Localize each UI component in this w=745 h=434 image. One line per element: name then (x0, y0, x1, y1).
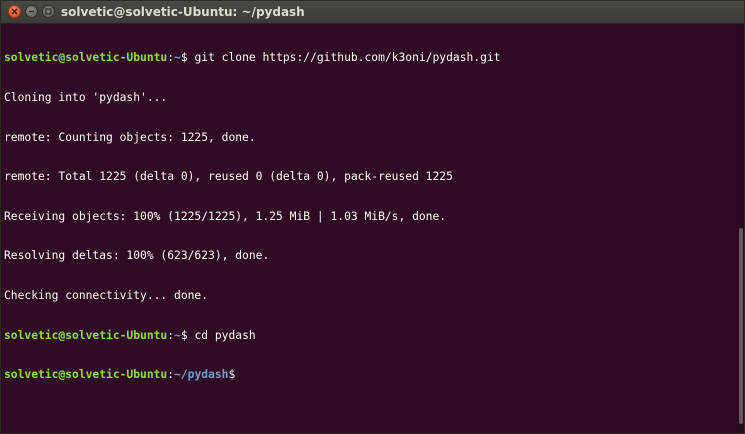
terminal-line: solvetic@solvetic-Ubuntu:~/pydash$ (4, 368, 736, 381)
maximize-icon[interactable] (42, 5, 55, 18)
terminal-line: Resolving deltas: 100% (623/623), done. (4, 249, 270, 263)
command-text: $ git clone https://github.com/k3oni/pyd… (180, 51, 501, 65)
terminal-line: solvetic@solvetic-Ubuntu:~$ cd pydash (4, 329, 736, 342)
minimize-icon[interactable] (25, 5, 38, 18)
terminal-line: remote: Counting objects: 1225, done. (4, 130, 256, 144)
window-title: solvetic@solvetic-Ubuntu: ~/pydash (61, 5, 305, 19)
terminal-line: Checking connectivity... done. (4, 288, 209, 302)
terminal-line: Cloning into 'pydash'... (4, 91, 168, 104)
prompt-user-host: solvetic@solvetic-Ubuntu (4, 328, 168, 342)
command-text: $ (228, 368, 236, 382)
prompt-user-host: solvetic@solvetic-Ubuntu (4, 368, 168, 382)
command-text: $ cd pydash (180, 328, 256, 342)
terminal-line: Receiving objects: 100% (1225/1225), 1.2… (4, 209, 447, 223)
terminal-line: remote: Total 1225 (delta 0), reused 0 (… (4, 170, 453, 184)
terminal-line: solvetic@solvetic-Ubuntu:~$ git clone ht… (4, 51, 736, 64)
prompt-user-host: solvetic@solvetic-Ubuntu (4, 51, 168, 65)
terminal-window: solvetic@solvetic-Ubuntu: ~/pydash solve… (0, 0, 745, 434)
prompt-path: ~ (174, 328, 181, 342)
title-bar[interactable]: solvetic@solvetic-Ubuntu: ~/pydash (1, 1, 744, 24)
prompt-path: ~ (174, 51, 181, 65)
close-icon[interactable] (8, 5, 21, 18)
terminal-output[interactable]: solvetic@solvetic-Ubuntu:~$ git clone ht… (1, 24, 736, 433)
window-controls (8, 5, 55, 18)
scrollbar-thumb[interactable] (739, 228, 743, 424)
prompt-path: ~/pydash (174, 368, 229, 382)
terminal-scrollbar[interactable] (736, 24, 744, 433)
